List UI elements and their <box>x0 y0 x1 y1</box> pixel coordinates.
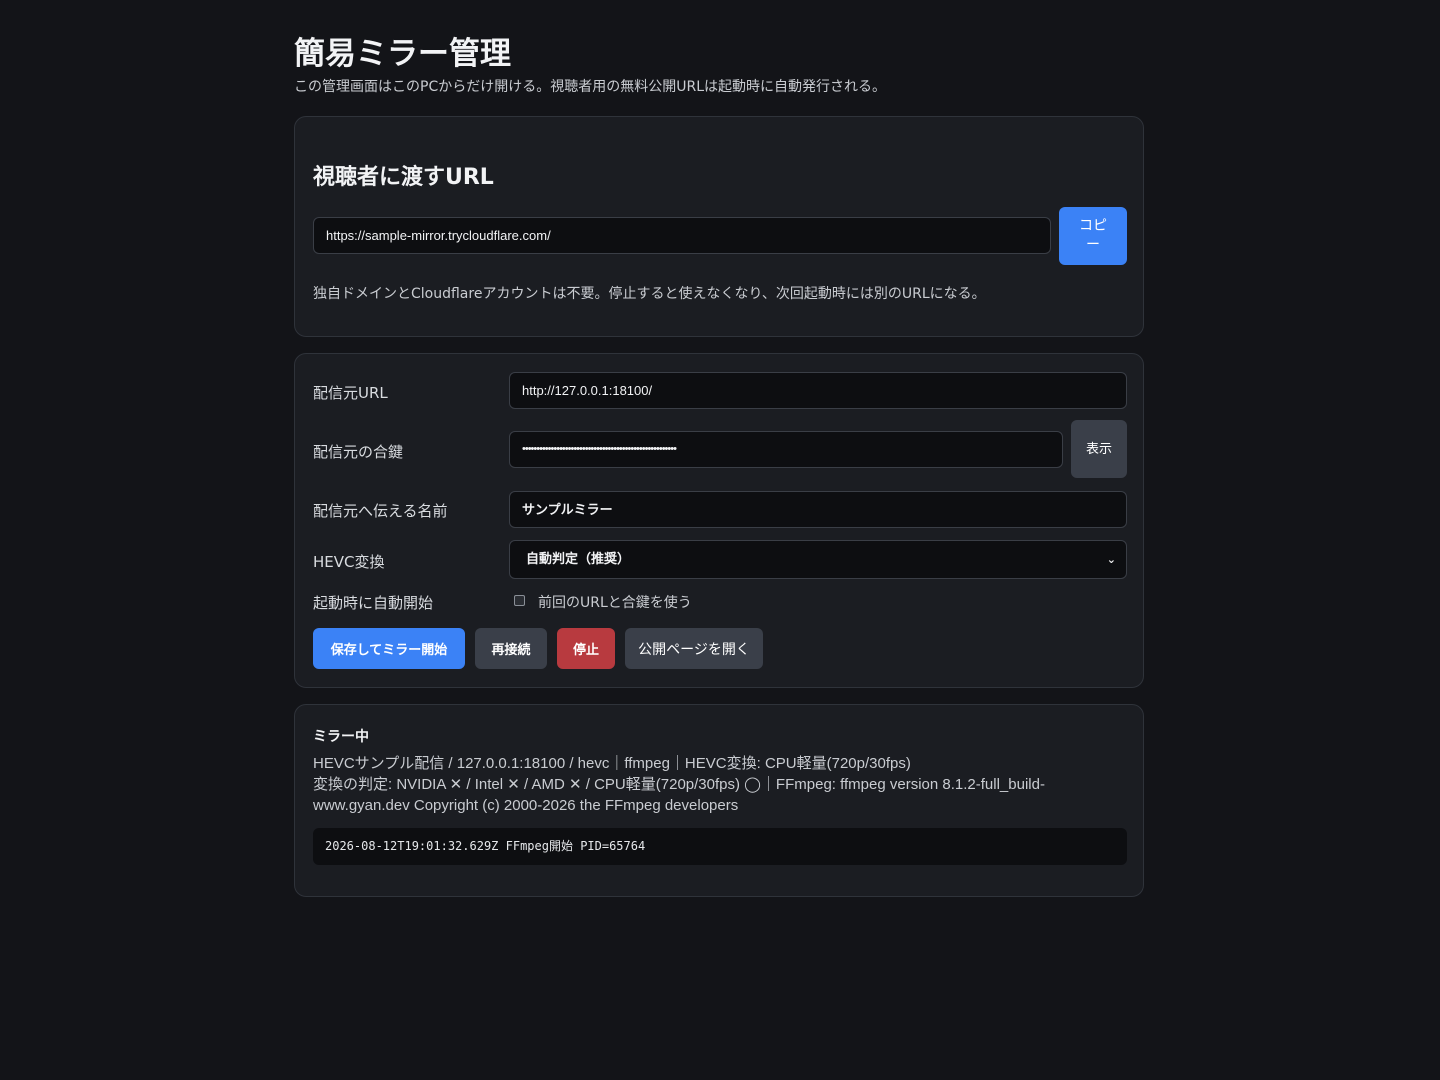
open-public-page-button[interactable]: 公開ページを開く <box>625 628 763 669</box>
chevron-down-icon: ⌄ <box>1106 553 1116 566</box>
page-subtitle: この管理画面はこのPCからだけ開ける。視聴者用の無料公開URLは起動時に自動発行… <box>294 79 886 95</box>
save-start-button[interactable]: 保存してミラー開始 <box>313 628 465 669</box>
autostart-checkbox[interactable] <box>514 595 525 606</box>
viewer-url-card: 視聴者に渡すURL https://sample-mirror.trycloud… <box>294 116 1144 337</box>
viewer-url-title: 視聴者に渡すURL <box>313 165 494 190</box>
copy-button[interactable]: コピー <box>1059 207 1127 265</box>
reconnect-button[interactable]: 再接続 <box>475 628 547 669</box>
source-url-label: 配信元URL <box>313 384 388 402</box>
source-name-field[interactable]: サンプルミラー <box>509 491 1127 528</box>
source-key-label: 配信元の合鍵 <box>313 443 404 461</box>
status-line-detection: 変換の判定: NVIDIA ✕ / Intel ✕ / AMD ✕ / CPU軽… <box>313 776 1045 814</box>
status-details: HEVCサンプル配信 / 127.0.0.1:18100 / hevc｜ffmp… <box>313 753 1113 816</box>
status-line-source: HEVCサンプル配信 / 127.0.0.1:18100 / hevc｜ffmp… <box>313 755 911 772</box>
stop-button[interactable]: 停止 <box>557 628 615 669</box>
source-key-field[interactable]: ••••••••••••••••••••••••••••••••••••••••… <box>509 431 1063 468</box>
hevc-selected-value: 自動判定（推奨） <box>526 552 631 567</box>
status-card: ミラー中 HEVCサンプル配信 / 127.0.0.1:18100 / hevc… <box>294 704 1144 897</box>
mirror-settings-card: 配信元URL http://127.0.0.1:18100/ 配信元の合鍵 ••… <box>294 353 1144 688</box>
viewer-url-field[interactable]: https://sample-mirror.trycloudflare.com/ <box>313 217 1051 254</box>
hevc-label: HEVC変換 <box>313 553 385 571</box>
source-name-label: 配信元へ伝える名前 <box>313 502 448 520</box>
page-title: 簡易ミラー管理 <box>294 36 511 72</box>
source-url-field[interactable]: http://127.0.0.1:18100/ <box>509 372 1127 409</box>
log-output: 2026-08-12T19:01:32.629Z FFmpeg開始 PID=65… <box>313 828 1127 865</box>
autostart-label: 起動時に自動開始 <box>313 594 434 612</box>
status-title: ミラー中 <box>313 729 369 745</box>
show-key-button[interactable]: 表示 <box>1071 420 1127 478</box>
viewer-url-note: 独自ドメインとCloudflareアカウントは不要。停止すると使えなくなり、次回… <box>313 286 986 302</box>
hevc-select[interactable]: 自動判定（推奨） ⌄ <box>509 540 1127 579</box>
autostart-checkbox-label[interactable]: 前回のURLと合鍵を使う <box>538 592 692 612</box>
